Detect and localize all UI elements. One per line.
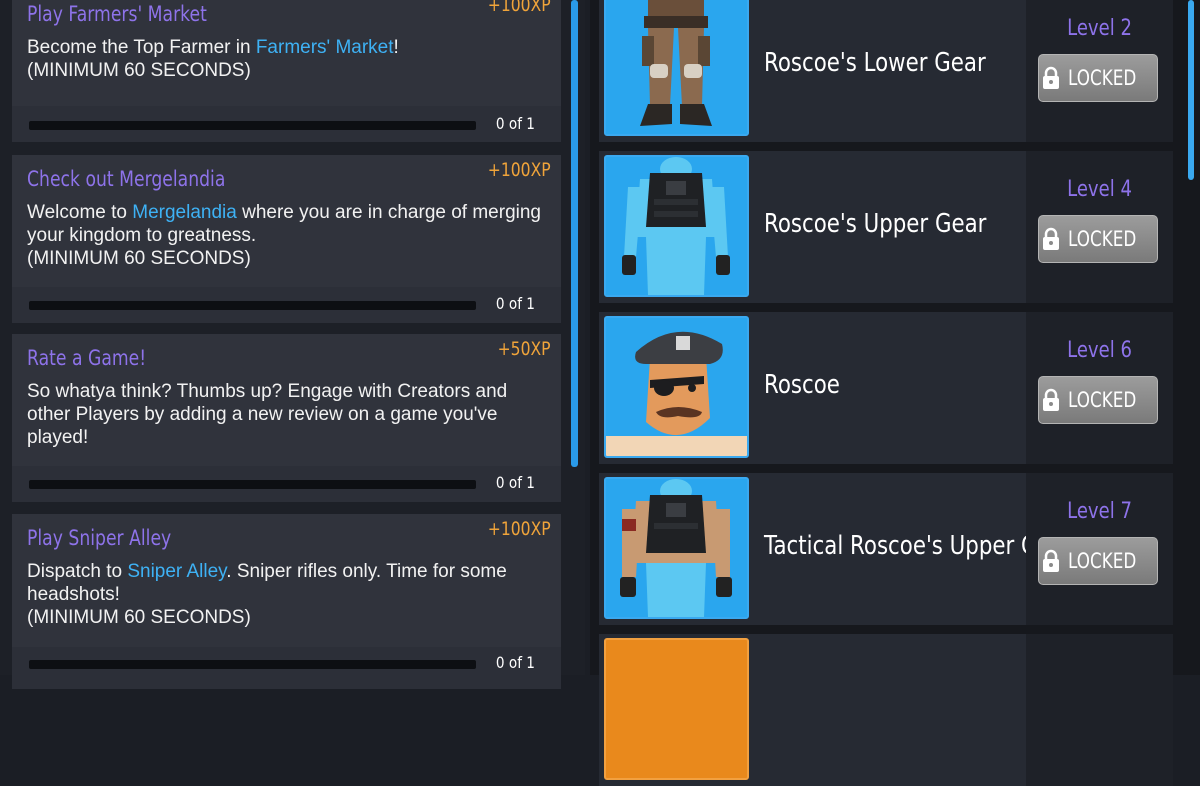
quest-xp-badge: +100XP [488, 518, 551, 540]
roscoe-head-icon [604, 316, 749, 458]
quest-list: Play Farmers' Market +100XP Become the T… [0, 0, 585, 689]
quest-description: So whatya think? Thumbs up? Engage with … [27, 381, 508, 448]
reward-level: Level 6 [1067, 338, 1132, 363]
reward-row[interactable]: Tactical Roscoe's Upper Gear Level 7 LOC… [599, 473, 1173, 625]
lower-gear-icon [604, 0, 749, 136]
quest-progress-count: 0 of 1 [495, 294, 535, 313]
quest-card[interactable]: Play Farmers' Market +100XP Become the T… [12, 0, 561, 142]
quest-description: Dispatch to Sniper Alley. Sniper rifles … [27, 561, 507, 628]
reward-row[interactable]: Roscoe Level 6 LOCKED [599, 312, 1173, 464]
quest-title: Check out Mergelandia [27, 167, 226, 191]
quest-title: Rate a Game! [27, 346, 147, 370]
upper-gear-icon [604, 155, 749, 297]
reward-unlock-panel: Level 2 LOCKED [1026, 0, 1173, 142]
quest-game-link[interactable]: Sniper Alley [127, 561, 226, 582]
locked-button[interactable]: LOCKED [1038, 54, 1158, 102]
reward-row[interactable] [599, 634, 1173, 786]
quest-title: Play Sniper Alley [27, 526, 172, 550]
quest-xp-badge: +50XP [498, 338, 551, 360]
quest-progress-bar [29, 480, 476, 489]
quest-xp-badge: +100XP [488, 159, 551, 181]
locked-button[interactable]: LOCKED [1038, 215, 1158, 263]
lock-icon [1043, 227, 1060, 250]
quest-progress-bar [29, 121, 476, 130]
reward-row[interactable]: Roscoe's Lower Gear Level 2 LOCKED [599, 0, 1173, 142]
quest-card[interactable]: Check out Mergelandia +100XP Welcome to … [12, 155, 561, 323]
quest-game-link[interactable]: Mergelandia [132, 202, 237, 223]
locked-button[interactable]: LOCKED [1038, 376, 1158, 424]
lock-icon [1043, 66, 1060, 89]
reward-name: Roscoe's Lower Gear [764, 48, 986, 78]
quest-title: Play Farmers' Market [27, 2, 207, 26]
quest-card[interactable]: Play Sniper Alley +100XP Dispatch to Sni… [12, 514, 561, 689]
reward-name: Roscoe's Upper Gear [764, 209, 987, 239]
quest-card[interactable]: Rate a Game! +50XP So whatya think? Thum… [12, 334, 561, 502]
quest-description: Welcome to Mergelandia where you are in … [27, 202, 541, 269]
reward-unlock-panel: Level 7 LOCKED [1026, 473, 1173, 625]
quest-progress-count: 0 of 1 [495, 114, 535, 133]
reward-level: Level 2 [1067, 16, 1132, 41]
reward-unlock-panel [1026, 634, 1173, 786]
quest-game-link[interactable]: Farmers' Market [256, 37, 394, 58]
reward-level: Level 7 [1067, 499, 1132, 524]
quest-xp-badge: +100XP [488, 0, 551, 16]
reward-unlock-panel: Level 6 LOCKED [1026, 312, 1173, 464]
quest-progress-count: 0 of 1 [495, 473, 535, 492]
reward-level: Level 4 [1067, 177, 1132, 202]
tactical-gear-icon [604, 477, 749, 619]
lock-icon [1043, 549, 1060, 572]
reward-name: Roscoe [764, 370, 840, 400]
quest-progress-bar [29, 660, 476, 669]
reward-thumbnail [604, 638, 749, 780]
quest-progress-count: 0 of 1 [495, 653, 535, 672]
quest-description: Become the Top Farmer in Farmers' Market… [27, 37, 399, 81]
reward-row[interactable]: Roscoe's Upper Gear Level 4 LOCKED [599, 151, 1173, 303]
reward-scrollbar[interactable] [1188, 0, 1194, 180]
reward-unlock-panel: Level 4 LOCKED [1026, 151, 1173, 303]
quest-progress-bar [29, 301, 476, 310]
lock-icon [1043, 388, 1060, 411]
locked-button[interactable]: LOCKED [1038, 537, 1158, 585]
quest-scrollbar[interactable] [571, 0, 578, 467]
reward-list: Roscoe's Lower Gear Level 2 LOCKED Rosco… [590, 0, 1200, 786]
